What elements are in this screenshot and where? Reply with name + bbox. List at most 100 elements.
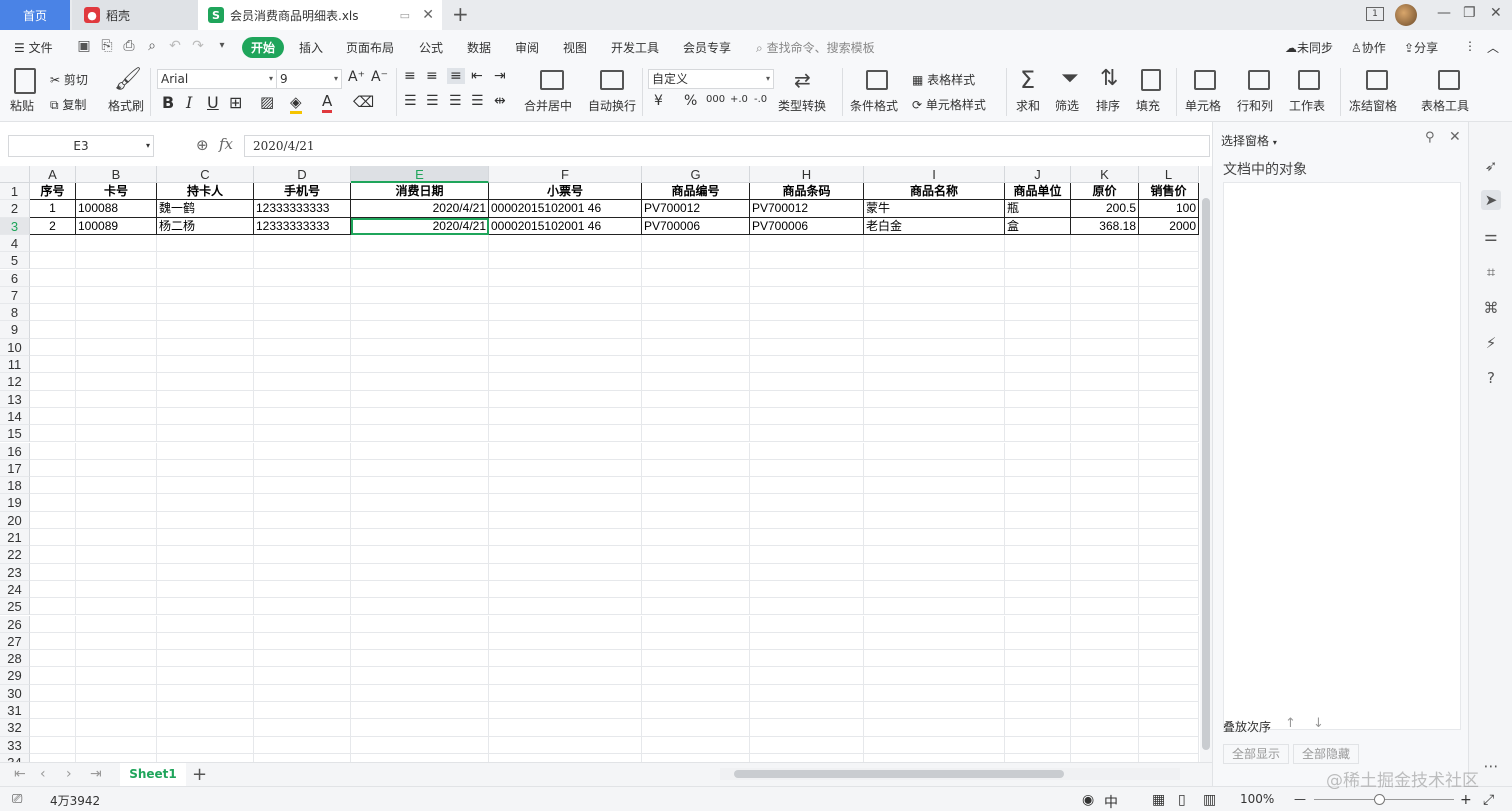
row-header-1[interactable]: 1: [0, 183, 30, 201]
zoom-out-icon[interactable]: —: [1294, 792, 1306, 806]
thousands-icon[interactable]: 000: [706, 94, 725, 105]
align-bottom-icon[interactable]: ≡: [447, 68, 465, 84]
row-header-32[interactable]: 32: [0, 719, 30, 737]
cell-e26[interactable]: [351, 615, 489, 633]
cell-b16[interactable]: [76, 442, 157, 460]
cell-c15[interactable]: [157, 425, 254, 443]
table-tools-button[interactable]: 表格工具: [1421, 97, 1469, 114]
page-indicator[interactable]: 1: [1366, 7, 1384, 21]
cell-k28[interactable]: [1071, 650, 1139, 668]
cell-j19[interactable]: [1005, 494, 1071, 512]
avatar[interactable]: [1395, 4, 1417, 26]
undo-icon[interactable]: ↶: [167, 38, 183, 54]
show-all-button[interactable]: 全部显示: [1223, 744, 1289, 764]
cell-a27[interactable]: [30, 632, 76, 651]
cell-b21[interactable]: [76, 529, 157, 547]
cell-g7[interactable]: [642, 286, 750, 305]
cell-b22[interactable]: [76, 546, 157, 564]
cell-c6[interactable]: [157, 269, 254, 287]
cell-a10[interactable]: [30, 338, 76, 356]
zoom-slider-handle[interactable]: [1374, 794, 1385, 805]
menu-tab-formula[interactable]: 公式: [419, 39, 443, 56]
cell-i13[interactable]: [864, 390, 1005, 408]
cell-h17[interactable]: [750, 459, 864, 478]
cell-f6[interactable]: [489, 269, 642, 287]
distribute-icon[interactable]: ⇹: [494, 93, 506, 109]
cell-i6[interactable]: [864, 269, 1005, 287]
horizontal-scroll-thumb[interactable]: [734, 770, 1064, 778]
cell-k18[interactable]: [1071, 477, 1139, 495]
number-format-select[interactable]: 自定义 ▾: [648, 69, 774, 89]
menu-tab-view[interactable]: 视图: [563, 39, 587, 56]
cell-k5[interactable]: [1071, 252, 1139, 270]
cell-g32[interactable]: [642, 719, 750, 737]
cell-l15[interactable]: [1139, 425, 1199, 443]
cell-f26[interactable]: [489, 615, 642, 633]
cell-e27[interactable]: [351, 632, 489, 651]
cell-l10[interactable]: [1139, 338, 1199, 356]
cell-h27[interactable]: [750, 632, 864, 651]
bring-forward-icon[interactable]: ↑: [1285, 716, 1296, 731]
cell-g14[interactable]: [642, 407, 750, 426]
cell-g6[interactable]: [642, 269, 750, 287]
cell-i24[interactable]: [864, 580, 1005, 599]
collapse-ribbon-icon[interactable]: ︿: [1487, 39, 1499, 56]
column-header-e[interactable]: E: [351, 166, 489, 183]
cell-a21[interactable]: [30, 529, 76, 547]
cell-h15[interactable]: [750, 425, 864, 443]
cell-d30[interactable]: [254, 684, 351, 702]
cell-k6[interactable]: [1071, 269, 1139, 287]
cell-h30[interactable]: [750, 684, 864, 702]
formula-input[interactable]: 2020/4/21: [244, 135, 1210, 157]
cell-c30[interactable]: [157, 684, 254, 702]
name-box[interactable]: E3 ▾: [8, 135, 154, 157]
table-style-button[interactable]: ▦ 表格样式: [912, 71, 975, 88]
more-icon[interactable]: ⋮: [1464, 39, 1476, 53]
row-header-28[interactable]: 28: [0, 650, 30, 668]
cell-b13[interactable]: [76, 390, 157, 408]
cell-b10[interactable]: [76, 338, 157, 356]
sum-button[interactable]: 求和: [1016, 97, 1040, 114]
cell-c10[interactable]: [157, 338, 254, 356]
cell-a3[interactable]: 2: [30, 217, 76, 235]
cell-a8[interactable]: [30, 304, 76, 322]
sort-button[interactable]: 排序: [1096, 97, 1120, 114]
cell-j7[interactable]: [1005, 286, 1071, 305]
cell-l13[interactable]: [1139, 390, 1199, 408]
cell-i34[interactable]: [864, 753, 1005, 762]
cell-l22[interactable]: [1139, 546, 1199, 564]
cell-a22[interactable]: [30, 546, 76, 564]
align-top-icon[interactable]: ≡: [404, 68, 416, 84]
cut-button[interactable]: ✂ 剪切: [50, 71, 88, 88]
cell-h9[interactable]: [750, 321, 864, 339]
cell-k22[interactable]: [1071, 546, 1139, 564]
cell-f17[interactable]: [489, 459, 642, 478]
docer-tab[interactable]: ● 稻壳: [72, 0, 198, 30]
cell-c7[interactable]: [157, 286, 254, 305]
cell-g33[interactable]: [642, 736, 750, 754]
lightning-icon[interactable]: ⚡: [1481, 333, 1501, 353]
cell-b4[interactable]: [76, 234, 157, 253]
zoom-level[interactable]: 100%: [1240, 792, 1274, 806]
cell-f22[interactable]: [489, 546, 642, 564]
row-header-16[interactable]: 16: [0, 442, 30, 460]
cell-c14[interactable]: [157, 407, 254, 426]
cell-g29[interactable]: [642, 667, 750, 685]
cell-k27[interactable]: [1071, 632, 1139, 651]
cell-d28[interactable]: [254, 650, 351, 668]
cell-g20[interactable]: [642, 511, 750, 529]
align-center-icon[interactable]: ☰: [426, 93, 439, 109]
cell-fill-style-icon[interactable]: ▨: [260, 93, 274, 111]
zoom-formula-icon[interactable]: ⊕: [196, 136, 209, 154]
cell-j32[interactable]: [1005, 719, 1071, 737]
cell-g22[interactable]: [642, 546, 750, 564]
cell-a32[interactable]: [30, 719, 76, 737]
cell-h4[interactable]: [750, 234, 864, 253]
row-header-15[interactable]: 15: [0, 425, 30, 443]
cell-h11[interactable]: [750, 356, 864, 374]
column-header-a[interactable]: A: [30, 166, 76, 183]
cell-e32[interactable]: [351, 719, 489, 737]
page-layout-view-icon[interactable]: ▯: [1178, 792, 1186, 808]
send-backward-icon[interactable]: ↓: [1313, 716, 1324, 731]
next-sheet-icon[interactable]: ›: [66, 766, 72, 782]
